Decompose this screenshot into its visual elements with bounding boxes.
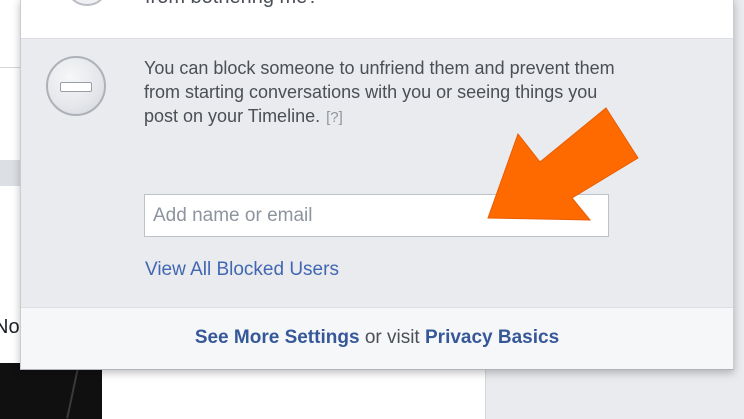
privacy-shortcuts-popup: from bothering me? You can block someone… xyxy=(20,0,734,370)
block-description-text: You can block someone to unfriend them a… xyxy=(144,58,615,126)
background-right-edge xyxy=(734,0,744,370)
background-page-left xyxy=(0,0,20,419)
background-right-column xyxy=(486,370,744,419)
minus-circle-icon xyxy=(46,56,106,116)
block-description: You can block someone to unfriend them a… xyxy=(144,56,634,130)
background-strip xyxy=(0,160,20,186)
see-more-settings-link[interactable]: See More Settings xyxy=(195,327,360,348)
help-link[interactable]: [?] xyxy=(326,109,343,126)
background-content-area xyxy=(102,370,486,419)
stop-bothering-icon xyxy=(65,0,109,6)
block-name-input[interactable] xyxy=(144,194,609,237)
privacy-basics-link[interactable]: Privacy Basics xyxy=(425,327,559,348)
block-section: You can block someone to unfriend them a… xyxy=(21,39,733,307)
question-text: from bothering me? xyxy=(145,0,318,9)
popup-footer: See More Settings or visit Privacy Basic… xyxy=(21,307,733,369)
footer-middle-text: or visit xyxy=(364,327,420,348)
background-left-text: No xyxy=(0,316,20,338)
view-all-blocked-users-link[interactable]: View All Blocked Users xyxy=(145,259,339,281)
question-row-stop-bothering[interactable]: from bothering me? xyxy=(21,0,733,39)
background-divider xyxy=(0,67,20,68)
background-dark-image xyxy=(0,363,102,419)
